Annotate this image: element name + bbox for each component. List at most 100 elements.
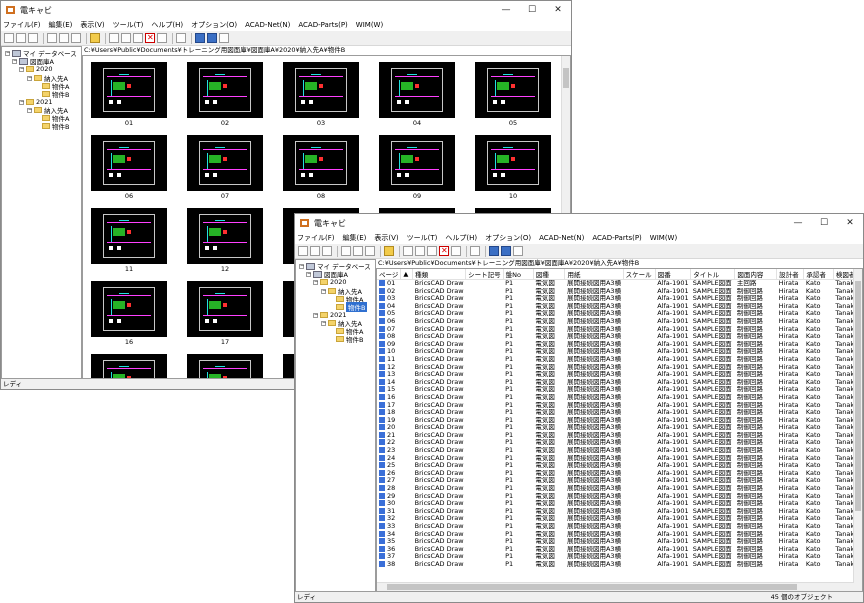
drawing-thumbnail[interactable]: 01 bbox=[91, 62, 167, 127]
drawing-thumbnail[interactable]: 10 bbox=[475, 135, 551, 200]
paste-icon[interactable] bbox=[427, 246, 437, 256]
table-row[interactable]: 07 BricsCAD Draw P1 電気図 展開接続図用A3横 Alfa-1901 SA… bbox=[377, 325, 862, 334]
table-row[interactable]: 01 BricsCAD Draw P1 電気図 展開接続図用A3横 Alfa-1901 SA… bbox=[377, 280, 862, 288]
table-row[interactable]: 14 BricsCAD Draw P1 電気図 展開接続図用A3横 Alfa-1901 SA… bbox=[377, 378, 862, 387]
column-header-panel[interactable]: 盤No bbox=[503, 269, 534, 280]
menu-acad-net[interactable]: ACAD-Net(N) bbox=[539, 234, 584, 242]
tree-node-2020[interactable]: −2020 bbox=[313, 278, 347, 286]
table-row[interactable]: 04 BricsCAD Draw P1 電気図 展開接続図用A3横 Alfa-1901 SA… bbox=[377, 302, 862, 311]
search-icon[interactable] bbox=[176, 33, 186, 43]
table-row[interactable]: 29 BricsCAD Draw P1 電気図 展開接続図用A3横 Alfa-1901 SA… bbox=[377, 492, 862, 501]
back-titlebar[interactable]: 電キャビ — ☐ ✕ bbox=[1, 1, 571, 19]
vertical-scrollbar[interactable] bbox=[853, 269, 862, 591]
table-row[interactable]: 12 BricsCAD Draw P1 電気図 展開接続図用A3横 Alfa-1901 SA… bbox=[377, 363, 862, 372]
details-view-icon[interactable] bbox=[501, 246, 511, 256]
properties-icon[interactable] bbox=[157, 33, 167, 43]
menu-file[interactable]: ファイル(F) bbox=[297, 233, 335, 243]
drawing-thumbnail[interactable]: 02 bbox=[187, 62, 263, 127]
drawing-thumbnail[interactable]: 11 bbox=[91, 208, 167, 273]
tree-node-item-b[interactable]: 物件B bbox=[42, 122, 69, 131]
table-row[interactable]: 35 BricsCAD Draw P1 電気図 展開接続図用A3横 Alfa-1901 SA… bbox=[377, 538, 862, 546]
horizontal-scrollbar[interactable] bbox=[377, 582, 854, 591]
table-row[interactable]: 37 BricsCAD Draw P1 電気図 展開接続図用A3横 Alfa-1901 SA… bbox=[377, 553, 862, 561]
maximize-button[interactable]: ☐ bbox=[519, 1, 545, 19]
table-row[interactable]: 33 BricsCAD Draw P1 電気図 展開接続図用A3横 Alfa-1901 SA… bbox=[377, 523, 862, 531]
column-header-figtype[interactable]: 図種 bbox=[533, 269, 566, 280]
menu-help[interactable]: ヘルプ(H) bbox=[445, 233, 477, 243]
table-row[interactable]: 28 BricsCAD Draw P1 電気図 展開接続図用A3横 Alfa-1901 SA… bbox=[377, 485, 862, 493]
menu-wim[interactable]: WIM(W) bbox=[356, 21, 383, 29]
new-icon[interactable] bbox=[298, 246, 308, 256]
table-row[interactable]: 10 BricsCAD Draw P1 電気図 展開接続図用A3横 Alfa-1901 SA… bbox=[377, 348, 862, 356]
table-row[interactable]: 26 BricsCAD Draw P1 電気図 展開接続図用A3横 Alfa-1901 SA… bbox=[377, 469, 862, 478]
open-icon[interactable] bbox=[16, 33, 26, 43]
menu-wim[interactable]: WIM(W) bbox=[650, 234, 677, 242]
table-row[interactable]: 15 BricsCAD Draw P1 電気図 展開接続図用A3横 Alfa-1901 SA… bbox=[377, 386, 862, 394]
cut-icon[interactable] bbox=[403, 246, 413, 256]
tree-node-2020[interactable]: −2020 bbox=[19, 65, 53, 73]
table-row[interactable]: 23 BricsCAD Draw P1 電気図 展開接続図用A3横 Alfa-1901 SA… bbox=[377, 447, 862, 455]
table-row[interactable]: 05 BricsCAD Draw P1 電気図 展開接続図用A3横 Alfa-1901 SA… bbox=[377, 310, 862, 318]
table-row[interactable]: 02 BricsCAD Draw P1 電気図 展開接続図用A3横 Alfa-1901 SA… bbox=[377, 287, 862, 296]
menu-options[interactable]: オプション(O) bbox=[191, 20, 237, 30]
table-row[interactable]: 21 BricsCAD Draw P1 電気図 展開接続図用A3横 Alfa-1901 SA… bbox=[377, 431, 862, 440]
front-titlebar[interactable]: 電キャビ — ☐ ✕ bbox=[295, 214, 863, 232]
folder-icon[interactable] bbox=[90, 33, 100, 43]
menu-edit[interactable]: 編集(E) bbox=[343, 233, 367, 243]
column-header-paper[interactable]: 用紙 bbox=[564, 269, 624, 280]
refresh-icon[interactable] bbox=[219, 33, 229, 43]
column-header-title[interactable]: タイトル bbox=[690, 269, 736, 280]
table-row[interactable]: 36 BricsCAD Draw P1 電気図 展開接続図用A3横 Alfa-1901 SA… bbox=[377, 545, 862, 554]
tree-node-item-b[interactable]: 物件B bbox=[336, 335, 363, 344]
close-button[interactable]: ✕ bbox=[545, 1, 571, 19]
menu-edit[interactable]: 編集(E) bbox=[49, 20, 73, 30]
large-icons-view-icon[interactable] bbox=[195, 33, 205, 43]
table-row[interactable]: 27 BricsCAD Draw P1 電気図 展開接続図用A3横 Alfa-1901 SA… bbox=[377, 477, 862, 485]
drawing-thumbnail[interactable]: 21 bbox=[91, 354, 167, 378]
folder-open-icon[interactable] bbox=[28, 33, 38, 43]
column-header-sheet[interactable]: シート記号 bbox=[465, 269, 504, 280]
drawing-thumbnail[interactable]: 03 bbox=[283, 62, 359, 127]
refresh-icon[interactable] bbox=[513, 246, 523, 256]
drawing-thumbnail[interactable]: 22 bbox=[187, 354, 263, 378]
minimize-button[interactable]: — bbox=[785, 214, 811, 232]
table-row[interactable]: 08 BricsCAD Draw P1 電気図 展開接続図用A3横 Alfa-1901 SA… bbox=[377, 333, 862, 341]
sort-arrow[interactable]: ▲ bbox=[400, 269, 414, 280]
table-row[interactable]: 18 BricsCAD Draw P1 電気図 展開接続図用A3横 Alfa-1901 SA… bbox=[377, 409, 862, 417]
menu-help[interactable]: ヘルプ(H) bbox=[151, 20, 183, 30]
drawing-thumbnail[interactable]: 12 bbox=[187, 208, 263, 273]
column-header-drawno[interactable]: 図番 bbox=[655, 269, 692, 280]
table-row[interactable]: 20 BricsCAD Draw P1 電気図 展開接続図用A3横 Alfa-1901 SA… bbox=[377, 424, 862, 432]
menu-tools[interactable]: ツール(T) bbox=[407, 233, 438, 243]
menu-acad-net[interactable]: ACAD-Net(N) bbox=[245, 21, 290, 29]
search-icon[interactable] bbox=[470, 246, 480, 256]
print-preview-icon[interactable] bbox=[341, 246, 351, 256]
drawing-thumbnail[interactable]: 06 bbox=[91, 135, 167, 200]
table-row[interactable]: 17 BricsCAD Draw P1 電気図 展開接続図用A3横 Alfa-1901 SA… bbox=[377, 401, 862, 410]
menu-options[interactable]: オプション(O) bbox=[485, 233, 531, 243]
drawing-thumbnail[interactable]: 09 bbox=[379, 135, 455, 200]
drawing-thumbnail[interactable]: 05 bbox=[475, 62, 551, 127]
minimize-button[interactable]: — bbox=[493, 1, 519, 19]
drawing-thumbnail[interactable]: 17 bbox=[187, 281, 263, 346]
column-header-designer[interactable]: 設計者 bbox=[776, 269, 805, 280]
column-header-page[interactable]: ページ bbox=[377, 269, 402, 280]
delete-icon[interactable] bbox=[439, 246, 449, 256]
column-header-kind[interactable]: 種類 bbox=[412, 269, 467, 280]
menu-acad-parts[interactable]: ACAD-Parts(P) bbox=[592, 234, 641, 242]
drawing-thumbnail[interactable]: 04 bbox=[379, 62, 455, 127]
column-header-scale[interactable]: スケール bbox=[623, 269, 656, 280]
column-header-approver[interactable]: 承認者 bbox=[803, 269, 834, 280]
menu-view[interactable]: 表示(V) bbox=[80, 20, 104, 30]
close-button[interactable]: ✕ bbox=[837, 214, 863, 232]
window-icon[interactable] bbox=[365, 246, 375, 256]
table-row[interactable]: 32 BricsCAD Draw P1 電気図 展開接続図用A3横 Alfa-1901 SA… bbox=[377, 515, 862, 523]
column-header-content[interactable]: 図面内容 bbox=[734, 269, 778, 280]
large-icons-view-icon[interactable] bbox=[489, 246, 499, 256]
tree-node-item-b-selected[interactable]: 物件B bbox=[336, 302, 368, 312]
copy-icon[interactable] bbox=[415, 246, 425, 256]
drawing-thumbnail[interactable]: 07 bbox=[187, 135, 263, 200]
window-icon[interactable] bbox=[71, 33, 81, 43]
table-row[interactable]: 06 BricsCAD Draw P1 電気図 展開接続図用A3横 Alfa-1901 SA… bbox=[377, 317, 862, 326]
menu-acad-parts[interactable]: ACAD-Parts(P) bbox=[298, 21, 347, 29]
